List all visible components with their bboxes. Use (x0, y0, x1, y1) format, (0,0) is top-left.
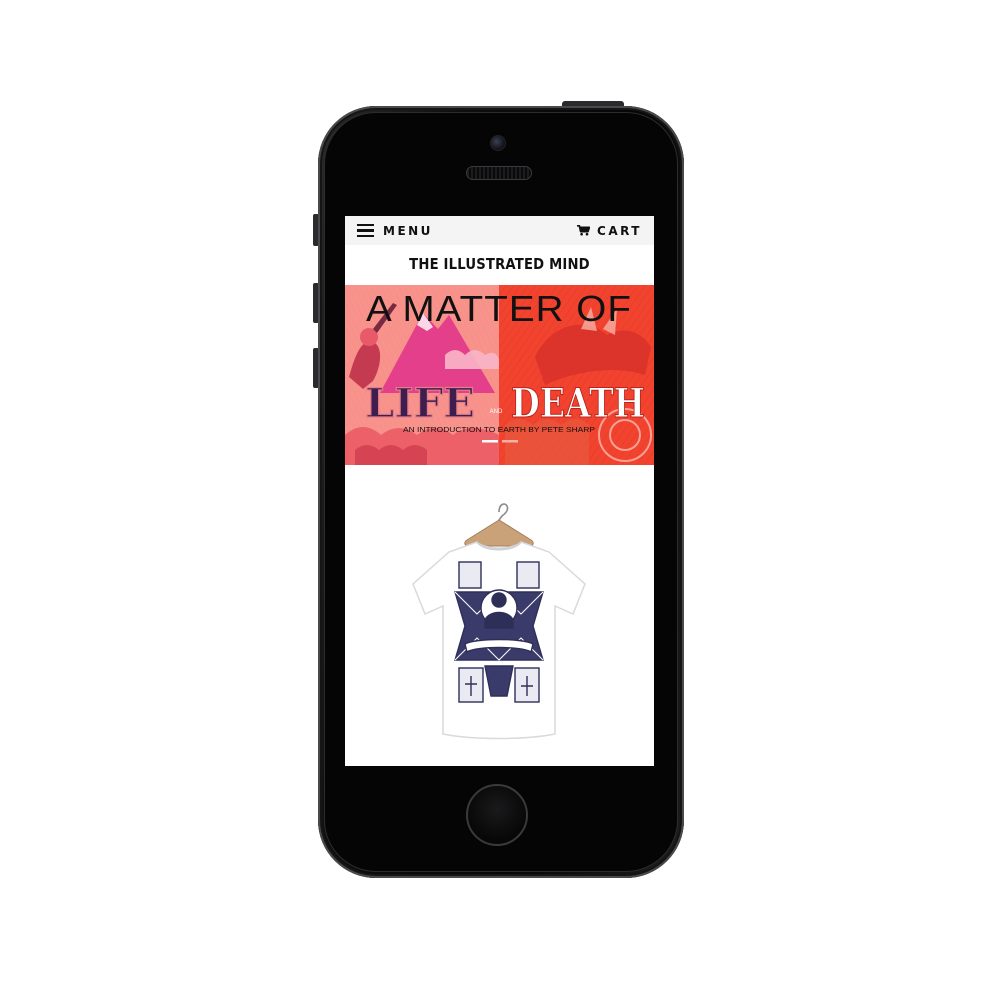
banner-headline: A MATTER OF (366, 288, 632, 329)
front-camera (490, 135, 506, 151)
product-image-tshirt[interactable] (345, 496, 654, 756)
hanger-icon (464, 503, 534, 547)
banner-word-life: LIFE (365, 380, 475, 427)
shopping-cart-icon (577, 225, 591, 236)
stage: MENU CART THE ILLUSTRATED MIND A MATTER … (0, 0, 1000, 1000)
menu-label: MENU (383, 223, 433, 238)
hamburger-menu-icon (357, 223, 374, 238)
home-button (466, 784, 528, 846)
phone-screen: MENU CART THE ILLUSTRATED MIND A MATTER … (345, 216, 654, 766)
cart-label: CART (597, 223, 642, 238)
banner-tagline: AN INTRODUCTION TO EARTH BY PETE SHARP (403, 425, 595, 434)
slider-dot-2[interactable] (502, 440, 518, 443)
top-nav-bar: MENU CART (345, 216, 654, 245)
cart-button[interactable]: CART (577, 224, 642, 238)
store-title: THE ILLUSTRATED MIND (409, 255, 590, 273)
menu-button[interactable]: MENU (357, 224, 433, 238)
banner-artwork: A MATTER OF LIFE AND DEATH AN INTRODUCTI… (345, 285, 654, 465)
banner-connector-and: AND (490, 409, 503, 415)
earpiece-speaker (466, 166, 532, 180)
hero-banner[interactable]: A MATTER OF LIFE AND DEATH AN INTRODUCTI… (345, 285, 654, 465)
slider-dot-1[interactable] (482, 440, 498, 443)
banner-word-death: DEATH (511, 380, 645, 427)
tshirt-illustration (412, 503, 586, 740)
